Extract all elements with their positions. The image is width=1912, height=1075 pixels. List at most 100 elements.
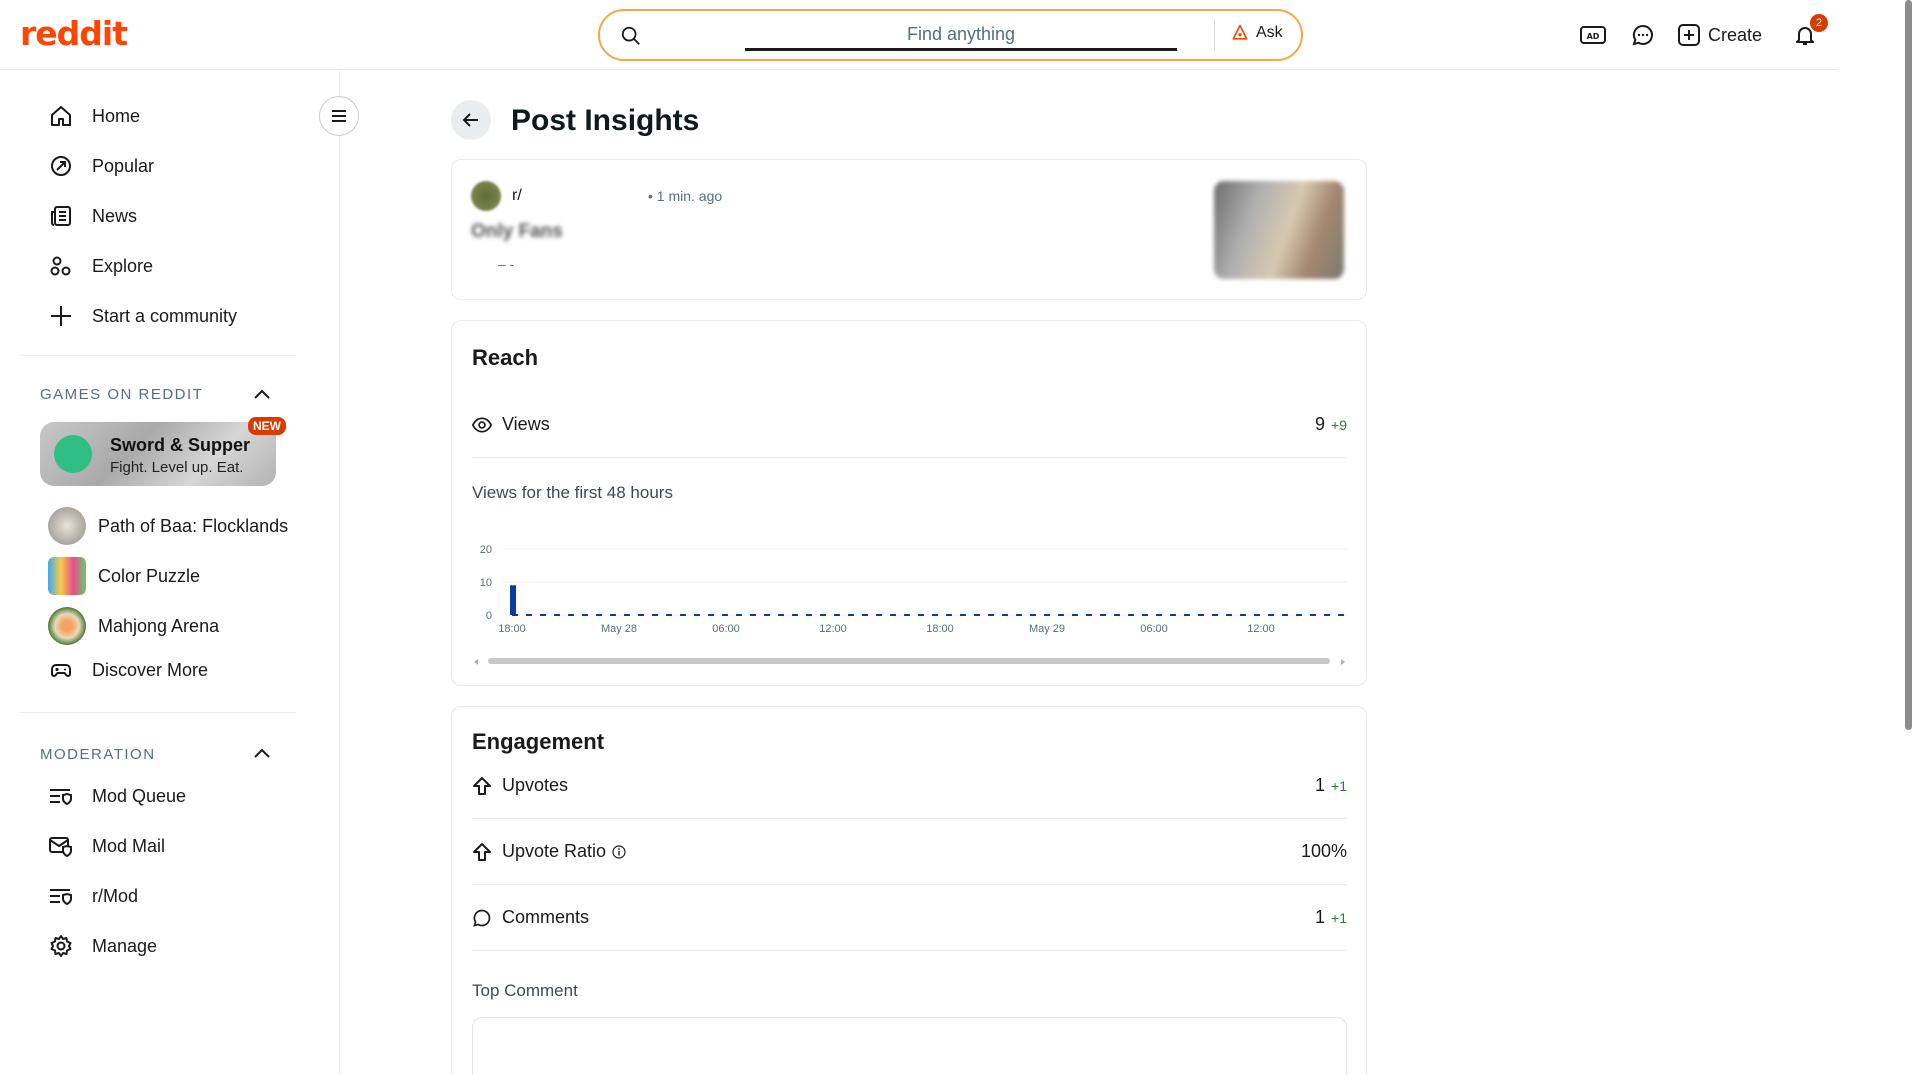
x-tick-label: May 28 xyxy=(601,623,637,635)
home-icon xyxy=(48,103,74,129)
upvote-ratio-value: 100% xyxy=(1300,841,1347,861)
sidebar-item-r-mod[interactable]: r/Mod xyxy=(48,883,138,909)
chart-bar[interactable] xyxy=(510,585,516,615)
reach-heading: Reach xyxy=(472,345,539,370)
top-comment-label: Top Comment xyxy=(472,981,578,1000)
views-label: Views xyxy=(502,414,550,434)
upvotes-label: Upvotes xyxy=(502,775,569,795)
new-badge: NEW xyxy=(248,417,286,435)
info-icon[interactable] xyxy=(612,844,626,859)
search-bar[interactable]: Ask xyxy=(598,9,1303,61)
post-meta: – - xyxy=(498,256,515,272)
chevron-up-icon[interactable] xyxy=(252,387,272,401)
sidebar-divider xyxy=(20,355,296,356)
left-sidebar: Home Popular News Explore Start a commun… xyxy=(0,71,340,1075)
sidebar-item-home[interactable]: Home xyxy=(48,103,140,129)
page-scrollbar[interactable] xyxy=(1905,0,1912,730)
sidebar-item-mahjong-arena[interactable]: Mahjong Arena xyxy=(48,607,219,645)
back-button[interactable] xyxy=(451,100,491,140)
ads-icon[interactable]: AD xyxy=(1578,20,1608,50)
search-icon xyxy=(621,26,640,45)
featured-game-title: Sword & Supper xyxy=(110,435,251,455)
x-tick-label: 06:00 xyxy=(1140,623,1168,635)
post-thumbnail[interactable] xyxy=(1214,181,1344,279)
path-of-baa-icon xyxy=(48,507,86,545)
top-comment-box[interactable] xyxy=(472,1017,1347,1075)
sidebar-item-color-puzzle[interactable]: Color Puzzle xyxy=(48,557,200,595)
sidebar-item-discover-more[interactable]: Discover More xyxy=(48,657,208,683)
sidebar-item-explore[interactable]: Explore xyxy=(48,253,153,279)
upvotes-value: 1 xyxy=(1315,775,1326,795)
sidebar-item-label: Home xyxy=(92,105,141,126)
search-divider xyxy=(1214,19,1215,51)
featured-game-card[interactable]: Sword & Supper Fight. Level up. Eat. xyxy=(40,422,276,486)
upvote-icon xyxy=(473,776,491,795)
views-value: 9 xyxy=(1315,414,1326,434)
chat-icon[interactable] xyxy=(1628,20,1658,50)
search-input[interactable] xyxy=(745,21,1177,51)
explore-icon xyxy=(48,253,74,279)
sidebar-item-news[interactable]: News xyxy=(48,203,137,229)
create-button[interactable]: Create xyxy=(1678,24,1762,46)
notifications-icon[interactable]: 2 xyxy=(1790,14,1829,50)
upvote-icon xyxy=(473,842,491,861)
moderation-section-header[interactable]: MODERATION xyxy=(40,746,156,763)
eye-icon xyxy=(472,416,492,433)
upvotes-delta: +1 xyxy=(1331,777,1347,794)
sidebar-item-manage[interactable]: Manage xyxy=(48,933,157,959)
post-subreddit[interactable]: r/ xyxy=(512,187,522,205)
sidebar-item-label: Discover More xyxy=(92,659,209,680)
x-tick-label: 18:00 xyxy=(498,623,526,635)
views-delta: +9 xyxy=(1331,416,1347,433)
sidebar-item-label: Manage xyxy=(92,935,158,956)
sidebar-item-label: Popular xyxy=(92,155,155,176)
sidebar-item-popular[interactable]: Popular xyxy=(48,153,154,179)
collapse-sidebar-button[interactable] xyxy=(319,96,359,136)
x-tick-label: May 29 xyxy=(1029,623,1065,635)
x-tick-label: 06:00 xyxy=(712,623,740,635)
top-header: reddit Ask AD Create 2 xyxy=(0,0,1838,70)
notification-badge: 2 xyxy=(1810,14,1829,32)
sidebar-item-mod-mail[interactable]: Mod Mail xyxy=(48,833,165,859)
sidebar-item-label: Explore xyxy=(92,255,154,276)
sidebar-item-label: Path of Baa: Flocklands xyxy=(98,515,289,536)
plus-icon xyxy=(48,303,74,329)
sidebar-item-label: Mod Queue xyxy=(92,785,187,806)
sidebar-divider xyxy=(20,712,296,713)
sidebar-item-label: Start a community xyxy=(92,305,238,326)
create-label: Create xyxy=(1708,24,1763,45)
post-card[interactable]: r/ • 1 min. ago Only Fans – - xyxy=(451,159,1367,300)
x-tick-label: 12:00 xyxy=(1247,623,1275,635)
sidebar-item-label: r/Mod xyxy=(92,885,139,906)
ask-icon xyxy=(1232,24,1248,40)
sidebar-item-path-of-baa[interactable]: Path of Baa: Flocklands xyxy=(48,507,288,545)
sword-supper-icon xyxy=(54,435,92,473)
post-time: • 1 min. ago xyxy=(648,188,723,204)
mahjong-arena-icon xyxy=(48,607,86,645)
reddit-logo[interactable]: reddit xyxy=(20,14,128,53)
comments-label: Comments xyxy=(502,907,590,927)
ask-button[interactable]: Ask xyxy=(1230,23,1283,43)
mod-queue-icon xyxy=(48,783,74,809)
engagement-heading: Engagement xyxy=(472,729,605,754)
y-tick-label: 0 xyxy=(486,610,492,622)
create-icon xyxy=(1678,24,1700,46)
comments-value: 1 xyxy=(1315,907,1326,927)
arrow-left-icon xyxy=(462,113,478,127)
popular-icon xyxy=(48,153,74,179)
ask-label: Ask xyxy=(1256,24,1283,41)
page-title: Post Insights xyxy=(511,104,700,137)
comment-icon xyxy=(473,909,491,927)
sidebar-item-start-community[interactable]: Start a community xyxy=(48,303,237,329)
chevron-up-icon[interactable] xyxy=(252,746,272,760)
color-puzzle-icon xyxy=(48,557,86,595)
chart-scrollbar[interactable] xyxy=(474,658,1345,665)
engagement-card: Engagement Upvotes 1 +1 Upvote Ratio 100… xyxy=(451,706,1367,1075)
post-title[interactable]: Only Fans xyxy=(471,221,563,243)
svg-text:AD: AD xyxy=(1587,32,1600,41)
r-mod-icon xyxy=(48,883,74,909)
sidebar-item-label: News xyxy=(92,205,138,226)
news-icon xyxy=(48,203,74,229)
sidebar-item-mod-queue[interactable]: Mod Queue xyxy=(48,783,186,809)
games-section-header[interactable]: GAMES ON REDDIT xyxy=(40,386,203,403)
